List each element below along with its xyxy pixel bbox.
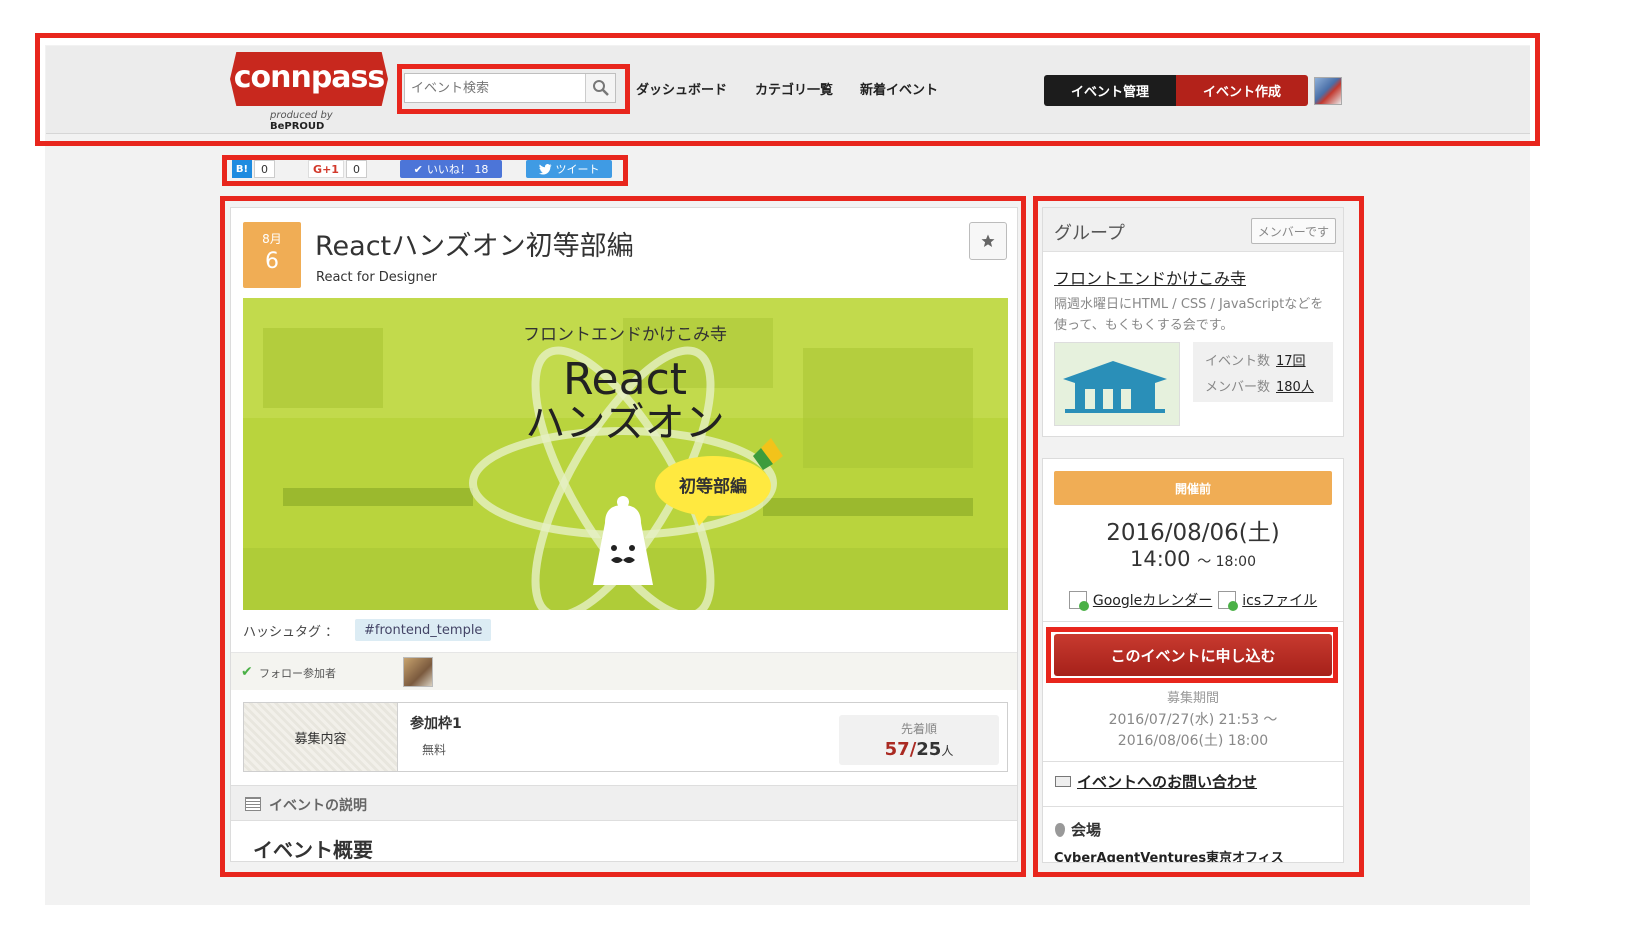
page: connpass produced by BePROUD ダッシュボード カテゴ… <box>0 0 1638 952</box>
highlight-apply <box>1046 627 1338 683</box>
highlight-sidebar <box>1033 196 1364 877</box>
highlight-social <box>222 155 628 186</box>
highlight-main <box>220 196 1026 877</box>
highlight-header <box>35 33 1540 146</box>
highlight-search <box>397 64 630 114</box>
